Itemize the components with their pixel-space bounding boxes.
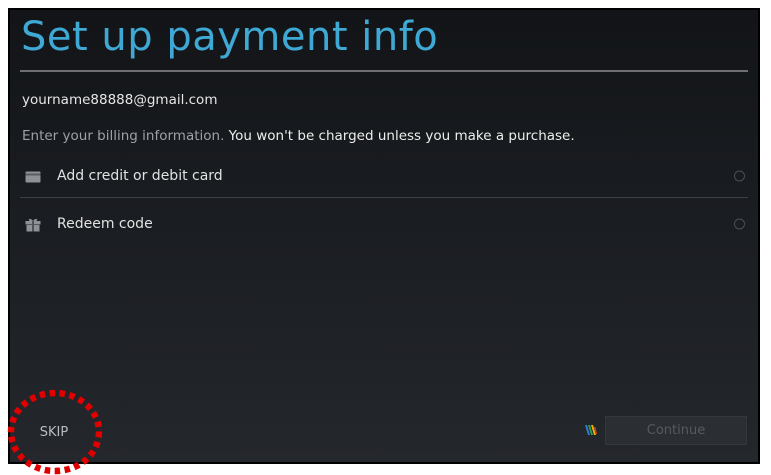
billing-intro: Enter your billing information.	[22, 128, 225, 144]
redeem-code-option[interactable]: Redeem code	[20, 202, 748, 246]
add-card-radio[interactable]	[734, 170, 745, 182]
billing-notice: You won't be charged unless you make a p…	[228, 128, 575, 144]
redeem-code-radio[interactable]	[734, 218, 745, 230]
page-title: Set up payment info	[21, 14, 439, 60]
gift-icon	[25, 217, 41, 232]
skip-button[interactable]: SKIP	[24, 420, 84, 444]
payment-setup-screen: Set up payment info yourname88888@gmail.…	[8, 8, 760, 464]
account-email: yourname88888@gmail.com	[22, 92, 218, 108]
credit-card-icon	[25, 169, 41, 183]
continue-button[interactable]: Continue	[605, 416, 747, 445]
redeem-code-label: Redeem code	[57, 216, 153, 232]
title-divider	[20, 70, 748, 72]
billing-info-text: Enter your billing information. You won'…	[22, 128, 575, 144]
google-wallet-icon	[584, 422, 598, 438]
add-card-label: Add credit or debit card	[57, 168, 223, 184]
option-divider	[20, 197, 748, 198]
add-card-option[interactable]: Add credit or debit card	[20, 154, 748, 198]
